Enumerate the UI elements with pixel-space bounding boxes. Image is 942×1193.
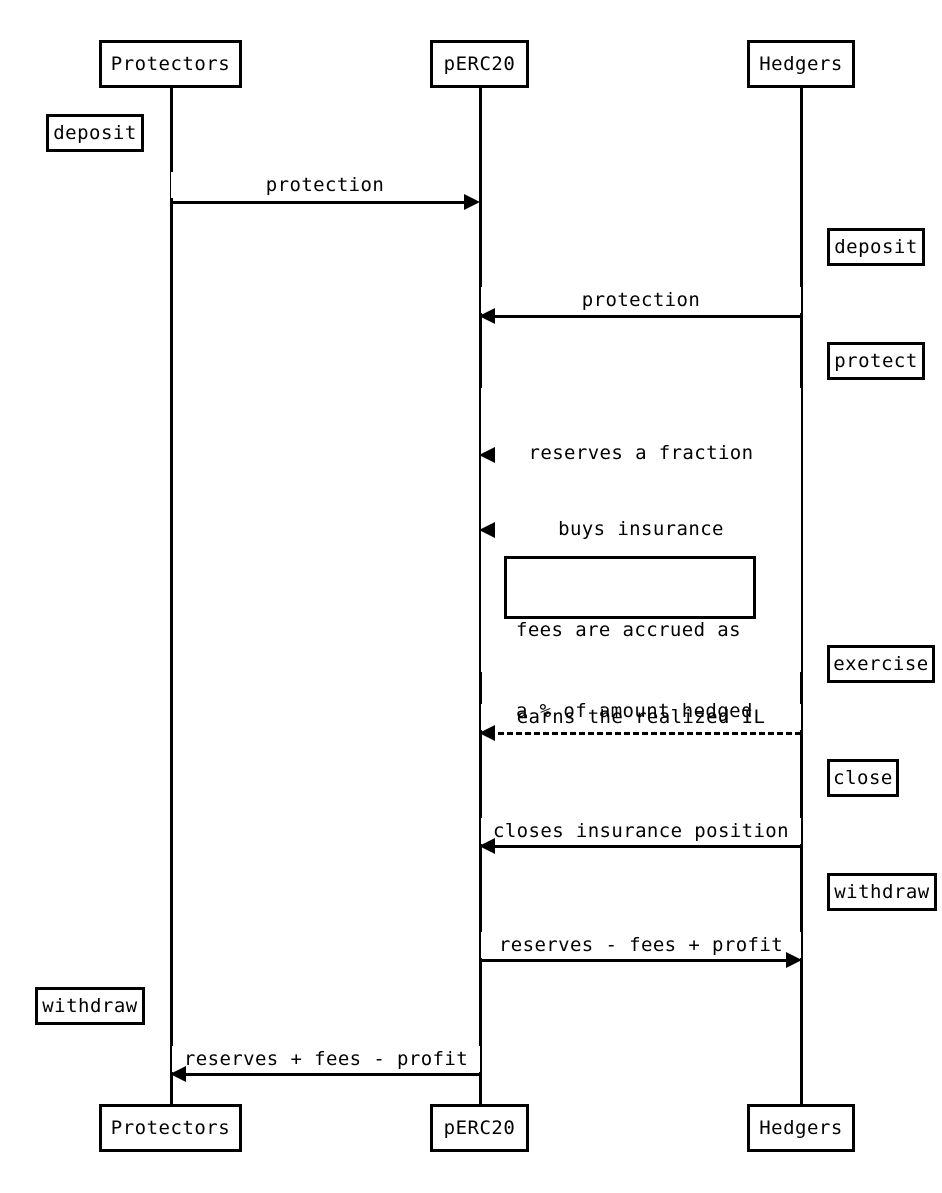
arrowhead-message-6 [479, 838, 495, 854]
note-line-1: fees are accrued as [516, 619, 741, 641]
note-fees-accrued: fees are accrued as a % of amount hedged [504, 556, 756, 722]
message-line-6 [489, 845, 801, 848]
message-label-protection-2: protection [481, 287, 801, 313]
message-label-line-1: reserves a fraction [528, 442, 754, 464]
event-box-hedgers-close[interactable]: close [827, 759, 899, 797]
message-label-protection-1: protection [171, 172, 479, 198]
arrowhead-message-8 [170, 1066, 186, 1082]
arrowhead-message-1 [464, 194, 480, 210]
message-label-closes-insurance-position: closes insurance position [481, 818, 801, 844]
arrowhead-message-7 [786, 952, 802, 968]
participant-perc20-bottom[interactable]: pERC20 [430, 1104, 529, 1152]
participant-protectors-bottom[interactable]: Protectors [99, 1104, 242, 1152]
note-line-2: a % of amount hedged [516, 700, 753, 722]
message-line-1 [171, 201, 471, 204]
sequence-diagram-canvas: Protectors pERC20 Hedgers Protectors pER… [0, 0, 942, 1193]
message-label-line-1: buys insurance [558, 518, 724, 540]
participant-protectors-top[interactable]: Protectors [99, 40, 242, 88]
message-line-8 [180, 1073, 480, 1076]
event-box-hedgers-protect[interactable]: protect [827, 342, 925, 380]
message-line-7 [480, 959, 792, 962]
event-box-hedgers-deposit[interactable]: deposit [827, 228, 925, 266]
event-box-protectors-withdraw[interactable]: withdraw [35, 987, 145, 1025]
participant-hedgers-top[interactable]: Hedgers [747, 40, 855, 88]
arrowhead-message-5 [479, 725, 495, 741]
arrowhead-message-3 [479, 447, 495, 463]
message-label-reserves-plus-fees-minus-profit: reserves + fees - profit [172, 1046, 480, 1072]
message-line-2 [489, 315, 801, 318]
arrowhead-message-4 [479, 522, 495, 538]
arrowhead-message-2 [479, 308, 495, 324]
event-box-protectors-deposit[interactable]: deposit [46, 114, 144, 152]
participant-hedgers-bottom[interactable]: Hedgers [747, 1104, 855, 1152]
participant-perc20-top[interactable]: pERC20 [430, 40, 529, 88]
lifeline-protectors [170, 88, 173, 1106]
message-label-reserves-minus-fees-plus-profit: reserves - fees + profit [481, 932, 801, 958]
event-box-hedgers-withdraw[interactable]: withdraw [827, 873, 937, 911]
event-box-hedgers-exercise[interactable]: exercise [827, 645, 935, 683]
